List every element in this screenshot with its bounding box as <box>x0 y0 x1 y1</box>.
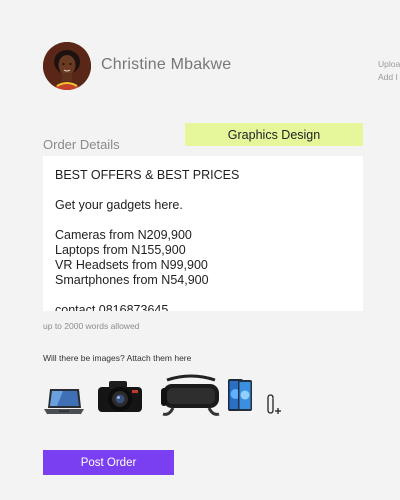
category-chip[interactable]: Graphics Design <box>185 123 363 146</box>
word-limit-hint: up to 2000 words allowed <box>43 321 140 331</box>
user-avatar-photo <box>43 42 91 90</box>
upload-hint: Uploa <box>378 59 400 69</box>
vr-headset-icon[interactable] <box>159 374 223 418</box>
user-name: Christine Mbakwe <box>101 56 232 73</box>
laptop-icon[interactable] <box>43 388 85 416</box>
post-order-button[interactable]: Post Order <box>43 450 174 475</box>
avatar[interactable] <box>43 42 91 90</box>
side-panel-hint: Uploa Add I <box>378 58 400 84</box>
add-hint: Add I <box>378 72 398 82</box>
paperclip-add-icon[interactable] <box>264 393 284 415</box>
camera-icon[interactable] <box>96 378 144 414</box>
smartphone-icon[interactable] <box>227 378 253 412</box>
order-details-textarea[interactable]: BEST OFFERS & BEST PRICES Get your gadge… <box>43 156 363 311</box>
order-details-label: Order Details <box>43 137 120 152</box>
order-details-text: BEST OFFERS & BEST PRICES Get your gadge… <box>55 168 240 311</box>
images-label: Will there be images? Attach them here <box>43 353 192 363</box>
